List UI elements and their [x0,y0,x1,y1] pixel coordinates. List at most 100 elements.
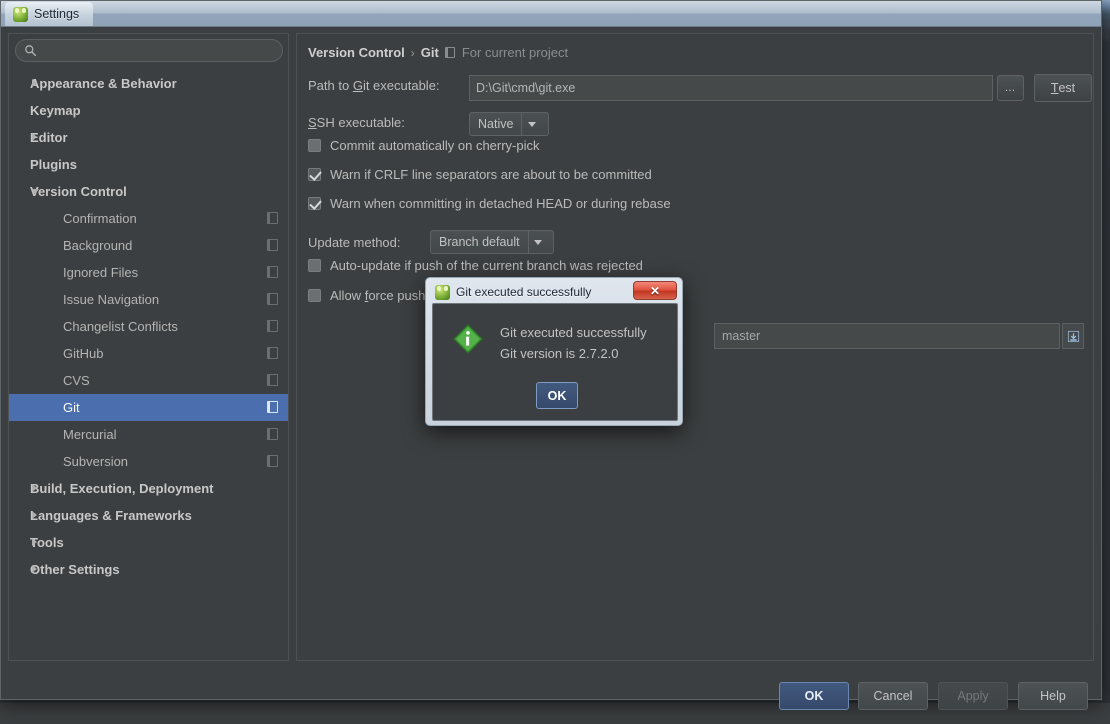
breadcrumb-parent[interactable]: Version Control [308,45,405,60]
sidebar-item-changelist-conflicts[interactable]: Changelist Conflicts [9,313,288,340]
commit-on-cherry-pick-label: Commit automatically on cherry-pick [330,138,540,153]
chevron-down-icon[interactable] [31,189,39,194]
ssh-executable-value: Native [470,113,521,135]
window-title: Settings [34,7,79,21]
sidebar-item-ignored-files[interactable]: Ignored Files [9,259,288,286]
dialog-ok-button[interactable]: OK [536,382,578,409]
dialog-message-line1: Git executed successfully [500,322,647,343]
project-scope-icon [267,374,278,386]
checkbox-row-crlf[interactable]: Warn if CRLF line separators are about t… [308,167,652,182]
checkbox-row-cherry-pick[interactable]: Commit automatically on cherry-pick [308,138,540,153]
breadcrumb-current: Git [421,45,439,60]
git-success-dialog: Git executed successfully ✕ Git executed… [425,277,683,426]
sidebar-item-label: Plugins [30,157,77,172]
chevron-down-icon [528,231,548,253]
checkbox-row-detached-head[interactable]: Warn when committing in detached HEAD or… [308,196,671,211]
dialog-button-bar: OK Cancel Apply Help [1,668,1101,724]
project-scope-icon [267,320,278,332]
sidebar-item-issue-navigation[interactable]: Issue Navigation [9,286,288,313]
update-method-dropdown[interactable]: Branch default [430,230,554,254]
ssh-executable-dropdown[interactable]: Native [469,112,549,136]
sidebar-item-plugins[interactable]: Plugins [9,151,288,178]
git-path-label-row: Path to Git executable: [308,78,440,93]
sidebar-item-version-control[interactable]: Version Control [9,178,288,205]
cancel-button[interactable]: Cancel [858,682,928,710]
sidebar-item-tools[interactable]: Tools [9,529,288,556]
sidebar-item-mercurial[interactable]: Mercurial [9,421,288,448]
sidebar-item-github[interactable]: GitHub [9,340,288,367]
settings-sidebar: Appearance & Behavior Keymap Editor Plugins… [8,33,289,661]
help-button[interactable]: Help [1018,682,1088,710]
sidebar-item-label: Languages & Frameworks [30,508,192,523]
sidebar-item-label: Appearance & Behavior [30,76,177,91]
sidebar-item-label: Build, Execution, Deployment [30,481,213,496]
project-scope-icon [267,293,278,305]
test-git-button[interactable]: Test [1034,74,1092,102]
chevron-right-icon[interactable] [32,538,37,546]
breadcrumb-separator: › [411,46,415,60]
sidebar-item-appearance-behavior[interactable]: Appearance & Behavior [9,70,288,97]
sidebar-item-other-settings[interactable]: Other Settings [9,556,288,583]
sidebar-item-label: Subversion [63,454,128,469]
search-input[interactable] [15,39,283,62]
project-scope-icon [267,266,278,278]
sidebar-item-build-execution-deployment[interactable]: Build, Execution, Deployment [9,475,288,502]
dialog-message: Git executed successfully Git version is… [500,322,647,364]
force-push-checkbox[interactable] [308,289,321,302]
update-method-label: Update method: [308,235,401,250]
project-scope-icon [267,455,278,467]
auto-update-checkbox[interactable] [308,259,321,272]
sidebar-item-label: Confirmation [63,211,137,226]
dialog-title-bar: Git executed successfully ✕ [429,281,679,303]
sidebar-item-label: Git [63,400,80,415]
update-method-label-row: Update method: [308,235,401,250]
close-icon[interactable]: ✕ [633,281,677,300]
chevron-right-icon[interactable] [32,484,37,492]
project-scope-icon [267,347,278,359]
sidebar-item-label: Keymap [30,103,81,118]
apply-button: Apply [938,682,1008,710]
chevron-right-icon[interactable] [32,79,37,87]
sidebar-item-confirmation[interactable]: Confirmation [9,205,288,232]
warn-crlf-checkbox[interactable] [308,168,321,181]
breadcrumb: Version Control › Git For current projec… [308,45,568,60]
checkbox-row-auto-update[interactable]: Auto-update if push of the current branc… [308,258,643,273]
sidebar-item-label: Ignored Files [63,265,138,280]
sidebar-item-subversion[interactable]: Subversion [9,448,288,475]
protected-branches-container [714,323,1084,349]
sidebar-item-label: Other Settings [30,562,120,577]
settings-title-tab: Settings [5,2,93,26]
project-scope-icon [267,212,278,224]
sidebar-item-cvs[interactable]: CVS [9,367,288,394]
project-scope-icon [267,428,278,440]
git-path-label: Path to Git executable: [308,78,440,93]
sidebar-item-background[interactable]: Background [9,232,288,259]
ok-button[interactable]: OK [779,682,849,710]
dialog-content: Git executed successfully Git version is… [432,303,678,421]
project-scope-icon [267,239,278,251]
sidebar-item-languages-frameworks[interactable]: Languages & Frameworks [9,502,288,529]
intellij-icon [435,285,450,300]
warn-detached-head-checkbox[interactable] [308,197,321,210]
settings-title-bar: Settings [1,1,1101,27]
git-path-browse-button[interactable]: … [997,75,1024,101]
warn-detached-head-label: Warn when committing in detached HEAD or… [330,196,671,211]
chevron-right-icon[interactable] [32,133,37,141]
project-scope-icon [267,401,278,413]
sidebar-item-keymap[interactable]: Keymap [9,97,288,124]
dialog-message-line2: Git version is 2.7.2.0 [500,343,647,364]
chevron-right-icon[interactable] [32,511,37,519]
commit-on-cherry-pick-checkbox[interactable] [308,139,321,152]
breadcrumb-scope: For current project [462,45,568,60]
expand-icon[interactable] [1062,323,1084,349]
sidebar-item-label: Changelist Conflicts [63,319,178,334]
protected-branches-input[interactable] [714,323,1060,349]
sidebar-item-editor[interactable]: Editor [9,124,288,151]
project-scope-icon [445,47,455,58]
sidebar-item-label: Background [63,238,132,253]
sidebar-item-git[interactable]: Git [9,394,288,421]
sidebar-item-label: CVS [63,373,90,388]
chevron-right-icon[interactable] [32,565,37,573]
git-path-input[interactable] [469,75,993,101]
settings-tree[interactable]: Appearance & Behavior Keymap Editor Plugins… [9,70,288,660]
